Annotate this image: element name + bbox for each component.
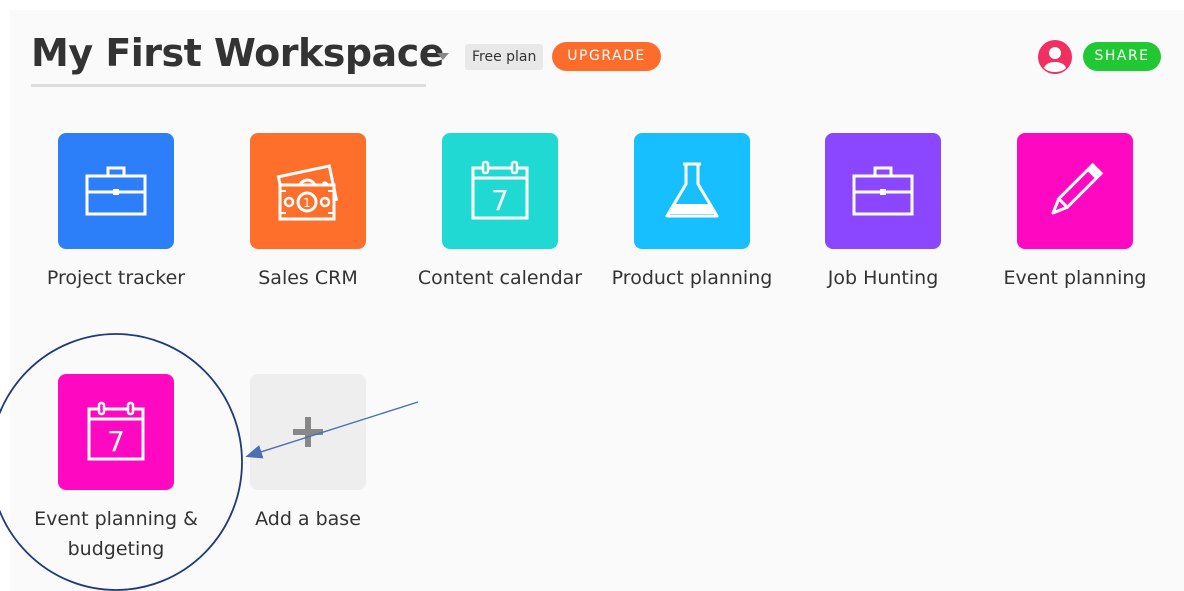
share-button[interactable]: SHARE bbox=[1083, 42, 1161, 71]
base-icon-tile: 7 bbox=[58, 374, 174, 490]
base-icon-tile: 7 bbox=[442, 133, 558, 249]
flask-icon bbox=[665, 162, 719, 218]
calendar-icon: 7 bbox=[471, 160, 529, 220]
briefcase-icon bbox=[85, 166, 147, 216]
base-icon-tile bbox=[634, 133, 750, 249]
calendar-day-number: 7 bbox=[491, 184, 509, 217]
base-icon-tile bbox=[58, 133, 174, 249]
base-event-planning-budgeting[interactable]: 7 Event planning & budgeting bbox=[16, 374, 216, 564]
base-label: Project tracker bbox=[46, 267, 186, 289]
svg-text:1: 1 bbox=[303, 196, 311, 210]
base-event-planning[interactable]: Event planning bbox=[975, 133, 1175, 293]
add-base-button[interactable]: Add a base bbox=[208, 374, 408, 534]
calendar-icon: 7 bbox=[87, 401, 145, 461]
base-label: Content calendar bbox=[417, 267, 583, 289]
base-icon-tile: 1 bbox=[250, 133, 366, 249]
base-label: Event planning & budgeting bbox=[34, 508, 198, 560]
base-label: Event planning bbox=[1003, 267, 1147, 289]
base-job-hunting[interactable]: Job Hunting bbox=[783, 133, 983, 293]
calendar-day-number: 7 bbox=[107, 425, 125, 458]
base-product-planning[interactable]: Product planning bbox=[592, 133, 792, 293]
base-label: Job Hunting bbox=[827, 267, 939, 289]
workspace-title-underline bbox=[31, 84, 426, 87]
base-project-tracker[interactable]: Project tracker bbox=[16, 133, 216, 293]
base-icon-tile bbox=[1017, 133, 1133, 249]
money-icon: 1 bbox=[276, 164, 339, 221]
base-icon-tile bbox=[825, 133, 941, 249]
briefcase-icon bbox=[852, 166, 914, 216]
plan-badge: Free plan bbox=[465, 44, 544, 70]
upgrade-button[interactable]: UPGRADE bbox=[552, 42, 661, 71]
base-content-calendar[interactable]: 7 Content calendar bbox=[400, 133, 600, 293]
pencil-icon bbox=[1051, 162, 1104, 215]
workspace-menu-caret-icon[interactable] bbox=[437, 53, 449, 60]
avatar-icon[interactable] bbox=[1038, 40, 1072, 74]
base-sales-crm[interactable]: 1 Sales CRM bbox=[208, 133, 408, 293]
add-base-tile bbox=[250, 374, 366, 490]
base-label: Add a base bbox=[255, 508, 361, 530]
plus-icon bbox=[293, 417, 323, 447]
base-label: Product planning bbox=[611, 267, 773, 289]
workspace-title[interactable]: My First Workspace bbox=[31, 28, 445, 78]
base-label: Sales CRM bbox=[258, 267, 358, 289]
